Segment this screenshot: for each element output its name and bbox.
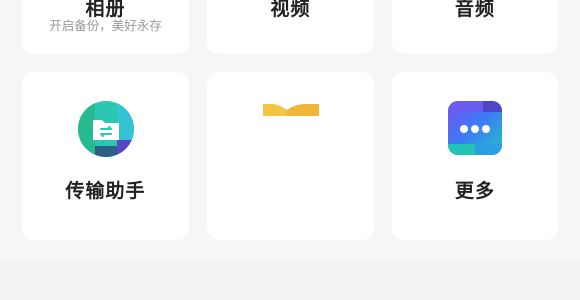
audio-card[interactable]: 音频 xyxy=(392,0,558,54)
middle-card[interactable] xyxy=(207,72,374,240)
bottom-area xyxy=(0,262,580,300)
album-card[interactable]: 相册 开启备份，美好永存 xyxy=(22,0,189,54)
album-subtitle: 开启备份，美好永存 xyxy=(49,18,162,33)
transfer-assistant-card[interactable]: 传输助手 xyxy=(22,72,189,240)
more-dots-icon xyxy=(447,100,503,160)
partial-yellow-icon xyxy=(262,103,319,122)
transfer-assistant-title: 传输助手 xyxy=(65,180,146,202)
transfer-folder-icon xyxy=(77,100,135,162)
video-card[interactable]: 视频 xyxy=(207,0,374,54)
video-title: 视频 xyxy=(270,0,311,20)
audio-title: 音频 xyxy=(454,0,495,20)
app-grid-page: 相册 开启备份，美好永存 视频 音频 传输助手 更多 xyxy=(0,0,580,300)
more-card[interactable]: 更多 xyxy=(392,72,558,240)
more-title: 更多 xyxy=(454,180,495,202)
